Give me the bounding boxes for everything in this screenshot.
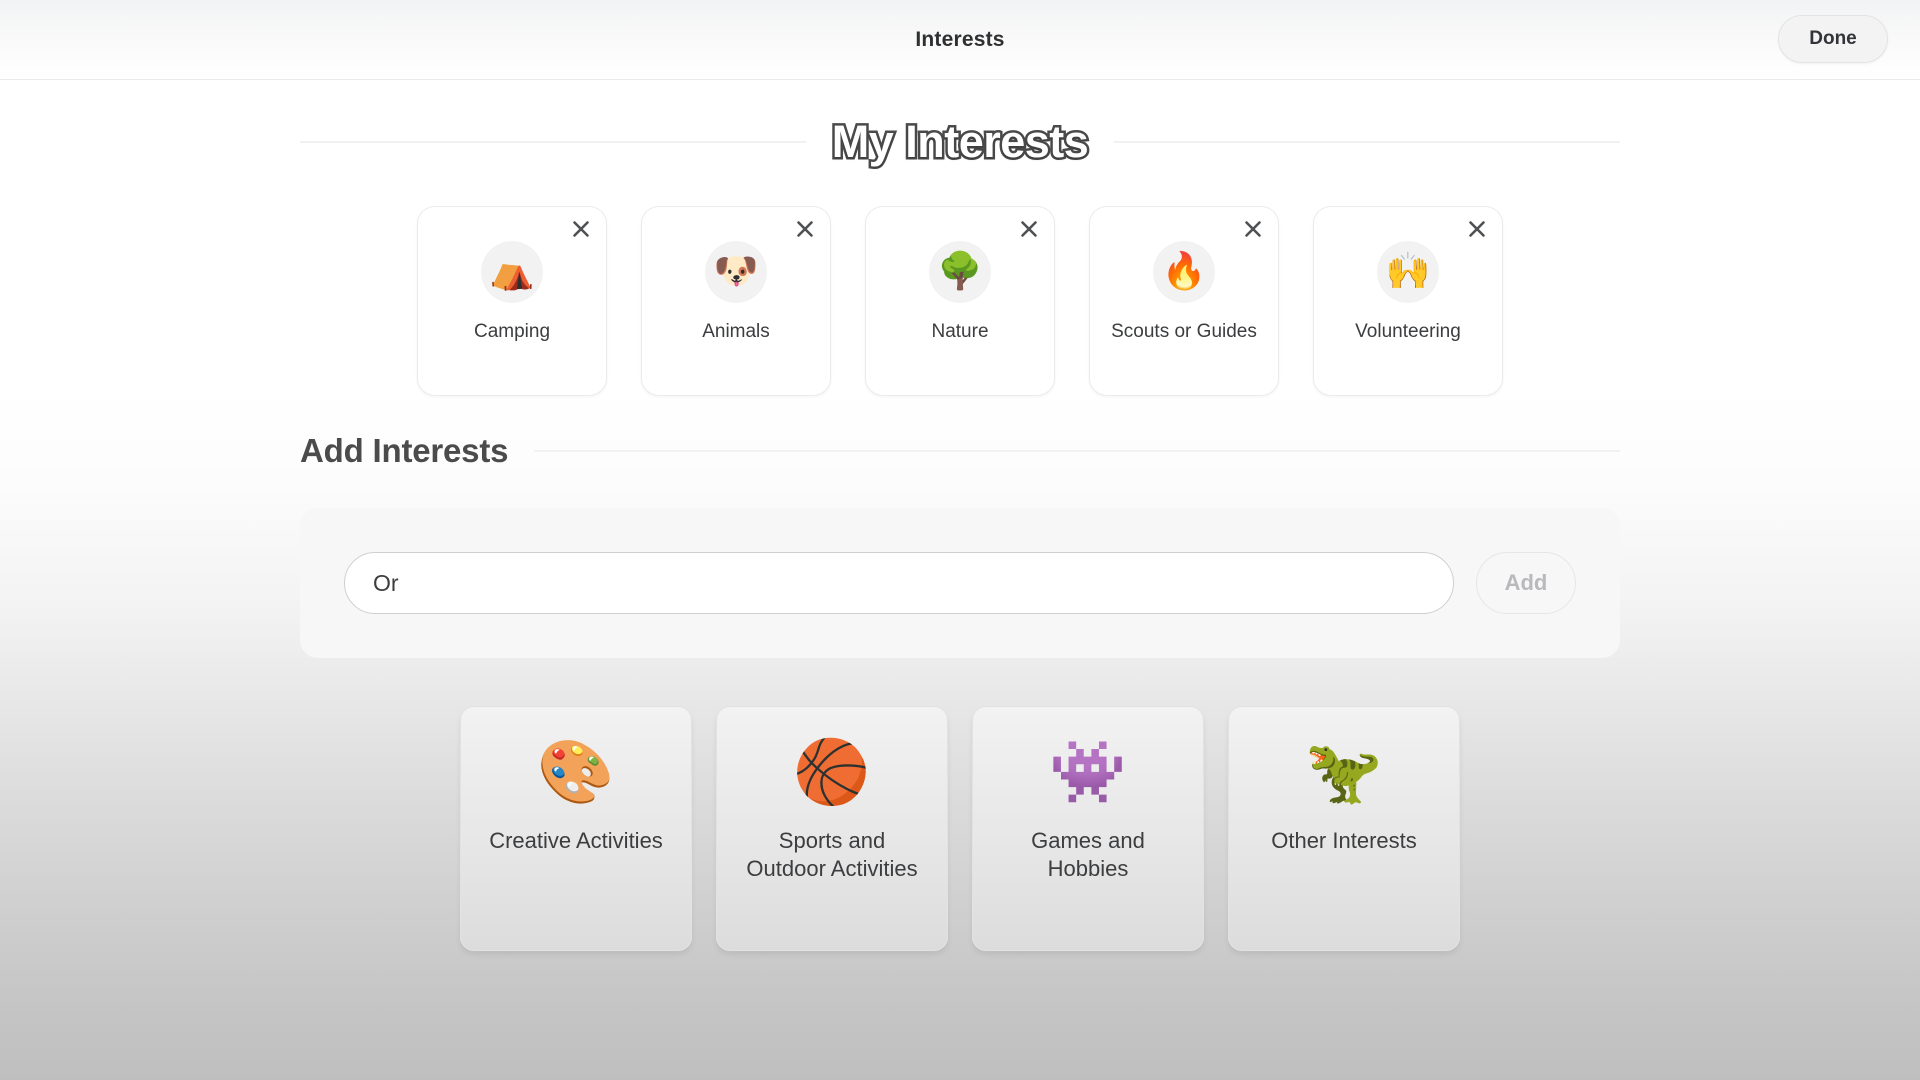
interest-label: Nature — [931, 321, 989, 342]
interest-label: Volunteering — [1355, 321, 1461, 342]
my-interests-title: My Interests — [829, 114, 1091, 170]
interest-card-nature[interactable]: 🌳 Nature — [865, 206, 1055, 396]
category-label: Sports and Outdoor Activities — [746, 828, 918, 882]
divider-right — [534, 450, 1620, 452]
skateboard-basketball-icon: 🏀 — [793, 735, 871, 809]
tent-emoji: ⛺ — [481, 241, 543, 303]
interest-label: Animals — [702, 321, 770, 342]
close-icon[interactable] — [1240, 216, 1266, 242]
divider-left — [300, 141, 806, 143]
joystick-puzzle-icon: 👾 — [1049, 735, 1127, 809]
creative-box-icon: 🎨 — [537, 735, 615, 809]
close-icon[interactable] — [1016, 216, 1042, 242]
page-content: My Interests ⛺ Camping 🐶 Animals 🌳 Natur… — [0, 114, 1920, 951]
top-header-bar: Interests Done — [0, 0, 1920, 80]
tree-emoji: 🌳 — [929, 241, 991, 303]
interest-card-scouts-or-guides[interactable]: 🔥 Scouts or Guides — [1089, 206, 1279, 396]
divider-right — [1114, 141, 1621, 143]
page-title: Interests — [915, 27, 1005, 51]
my-interests-section-header: My Interests — [300, 114, 1621, 170]
add-interests-title: Add Interests — [300, 432, 509, 469]
campfire-emoji: 🔥 — [1153, 241, 1215, 303]
category-label: Games and Hobbies — [1031, 828, 1145, 882]
interest-card-volunteering[interactable]: 🙌 Volunteering — [1313, 206, 1503, 396]
raised-hands-emoji: 🙌 — [1377, 241, 1439, 303]
interest-card-camping[interactable]: ⛺ Camping — [417, 206, 607, 396]
category-card-games-and-hobbies[interactable]: 👾 Games and Hobbies — [972, 706, 1204, 951]
interest-label: Scouts or Guides — [1111, 321, 1257, 342]
interest-label: Camping — [473, 321, 551, 342]
interest-card-animals[interactable]: 🐶 Animals — [641, 206, 831, 396]
category-card-creative-activities[interactable]: 🎨 Creative Activities — [460, 706, 692, 951]
category-card-other-interests[interactable]: 🦖 Other Interests — [1228, 706, 1460, 951]
dinosaur-rosette-icon: 🦖 — [1305, 735, 1383, 809]
category-card-sports-and-outdoor-activities[interactable]: 🏀 Sports and Outdoor Activities — [716, 706, 948, 951]
add-interests-section-header: Add Interests — [300, 432, 1620, 470]
add-button[interactable]: Add — [1476, 552, 1576, 614]
category-label: Creative Activities — [489, 828, 663, 853]
my-interests-list: ⛺ Camping 🐶 Animals 🌳 Nature 🔥 Scouts or… — [300, 206, 1620, 396]
add-interest-panel: Add — [300, 508, 1620, 658]
close-icon[interactable] — [1464, 216, 1490, 242]
dog-face-emoji: 🐶 — [705, 241, 767, 303]
close-icon[interactable] — [792, 216, 818, 242]
done-button[interactable]: Done — [1778, 15, 1888, 63]
close-icon[interactable] — [568, 216, 594, 242]
category-label: Other Interests — [1271, 828, 1417, 853]
category-list: 🎨 Creative Activities 🏀 Sports and Outdo… — [300, 706, 1620, 951]
interest-search-input[interactable] — [344, 552, 1454, 614]
